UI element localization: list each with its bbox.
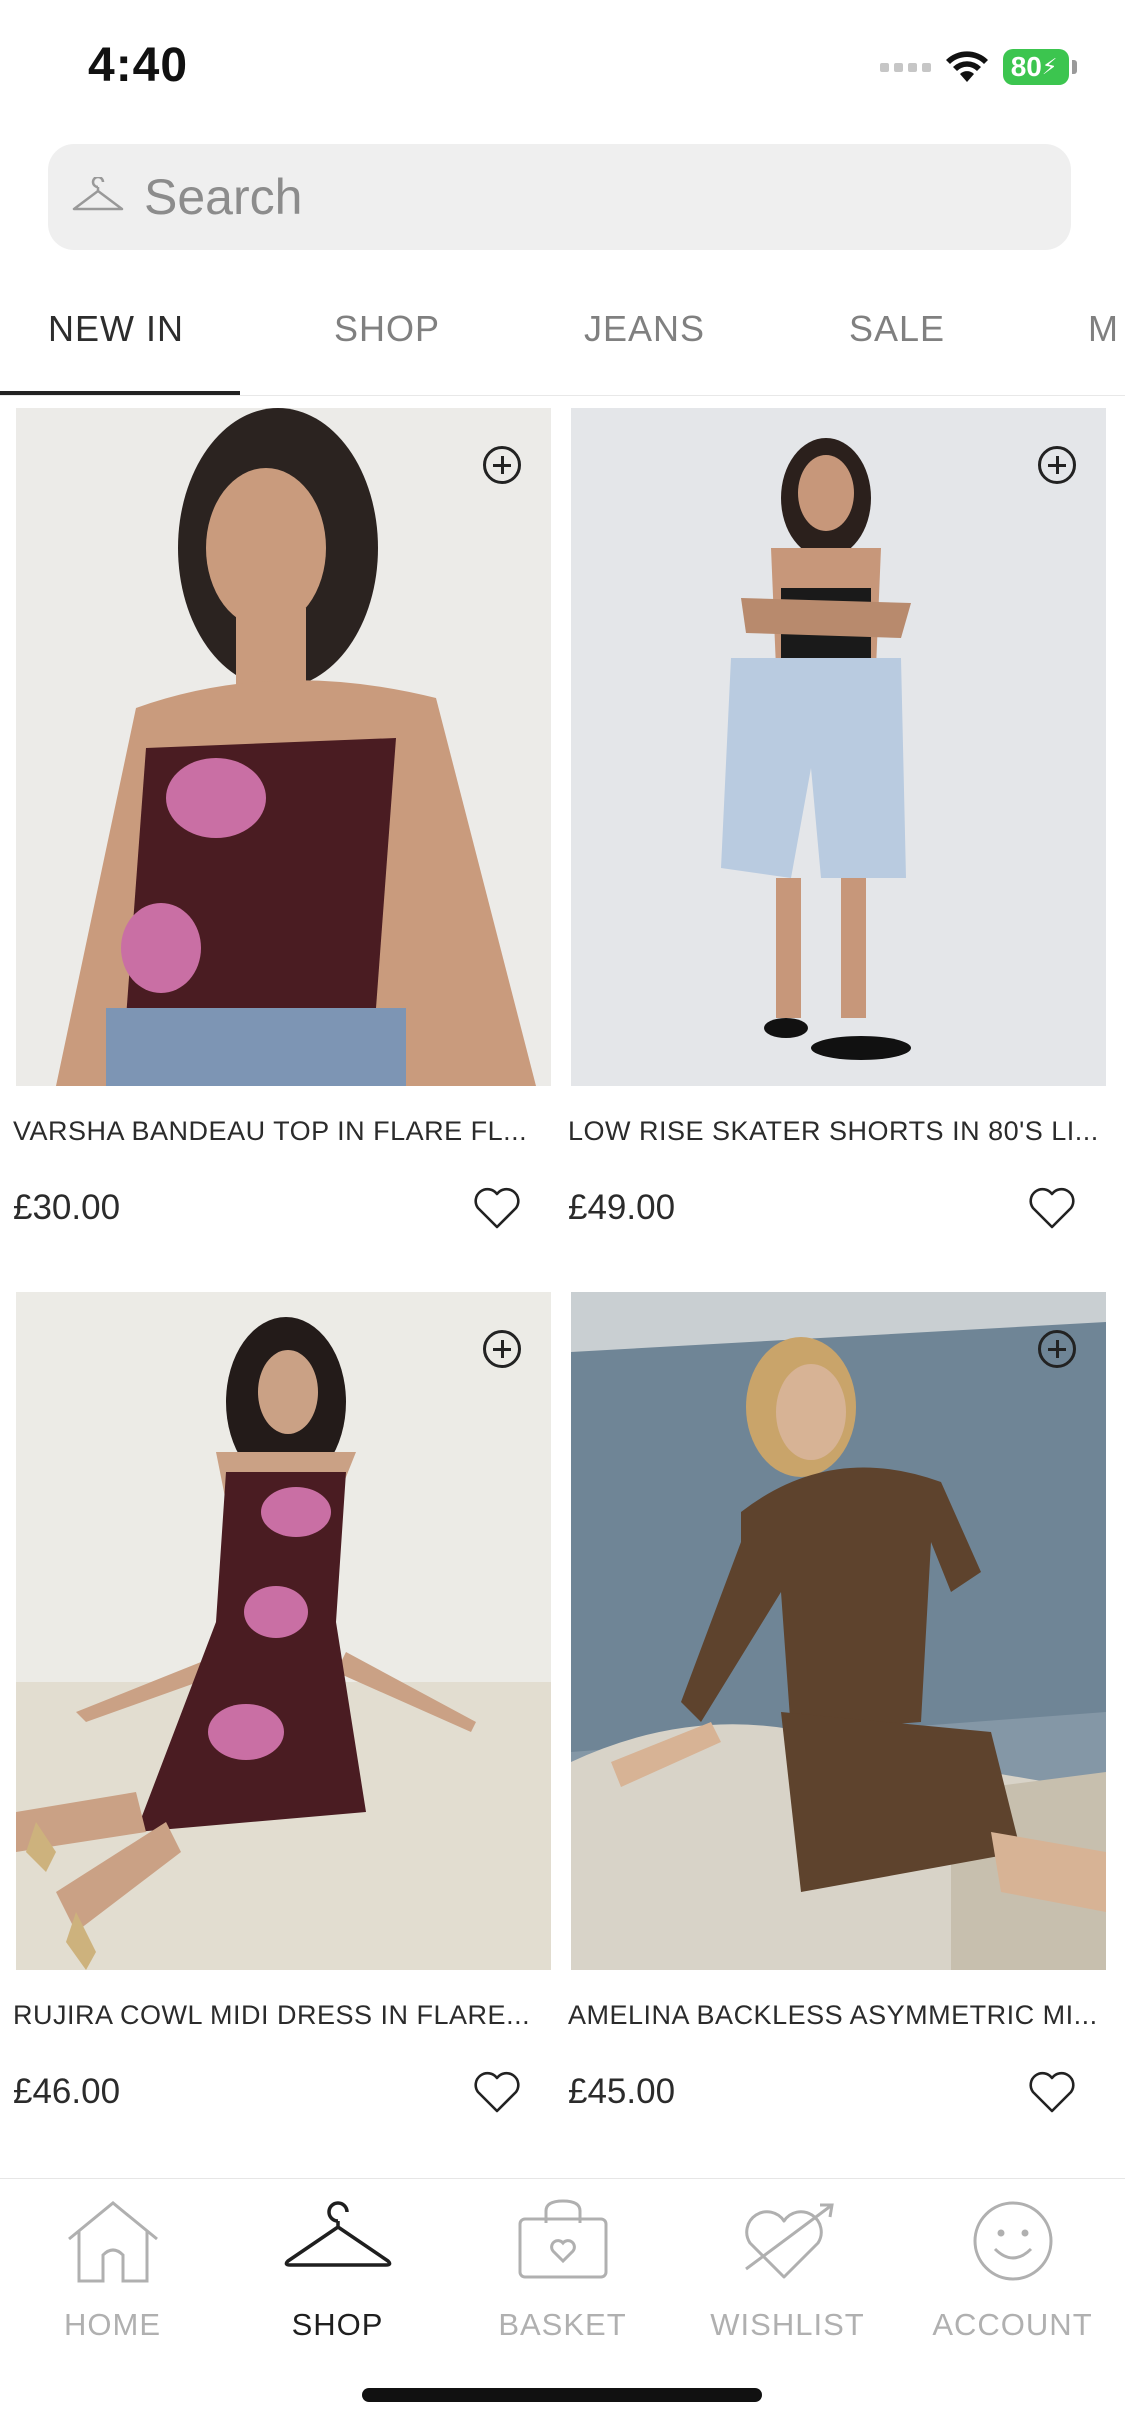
house-icon [67,2201,158,2283]
product-image[interactable] [571,408,1106,1086]
nav-label: BASKET [498,2307,627,2342]
tab-new-in[interactable]: NEW IN [48,308,184,350]
hanger-icon [284,2201,391,2267]
nav-basket[interactable]: BASKET [450,2199,675,2349]
wishlist-heart-icon[interactable] [1028,2070,1076,2114]
product-photo [571,408,1106,1086]
nav-home[interactable]: HOME [0,2199,225,2349]
wishlist-heart-icon[interactable] [1028,1186,1076,1230]
quick-add-button[interactable] [483,446,521,484]
product-price: £49.00 [568,1188,676,1227]
product-photo [16,408,551,1086]
product-card[interactable]: LOW RISE SKATER SHORTS IN 80'S LI... £49… [568,408,1106,1229]
nav-wishlist[interactable]: WISHLIST [675,2199,900,2349]
product-card[interactable]: AMELINA BACKLESS ASYMMETRIC MI... £45.00 [568,1292,1106,2113]
product-name: VARSHA BANDEAU TOP IN FLARE FL... [13,1116,528,1146]
battery-icon: 80 ⚡ [1003,49,1077,85]
heart-arrow-icon [744,2203,834,2279]
quick-add-button[interactable] [1038,1330,1076,1368]
active-tab-indicator [0,391,240,395]
wishlist-heart-icon[interactable] [473,1186,521,1230]
product-price: £30.00 [13,1188,121,1227]
product-card[interactable]: RUJIRA COWL MIDI DRESS IN FLARE... £46.0… [13,1292,551,2113]
status-time: 4:40 [88,39,189,92]
status-bar: 4:40 80 ⚡ [0,0,1125,135]
product-image[interactable] [16,1292,551,1970]
product-card[interactable]: VARSHA BANDEAU TOP IN FLARE FL... £30.00 [13,408,551,1229]
product-name: RUJIRA COWL MIDI DRESS IN FLARE... [13,2000,531,2030]
tab-jeans[interactable]: JEANS [584,308,705,350]
nav-label: WISHLIST [710,2307,865,2342]
hanger-icon [72,177,124,211]
wishlist-heart-icon[interactable] [473,2070,521,2114]
product-price: £46.00 [13,2072,121,2111]
smiley-icon [973,2201,1052,2281]
battery-level: 80 [1010,51,1042,82]
product-image[interactable] [16,408,551,1086]
product-image[interactable] [571,1292,1106,1970]
product-photo [571,1292,1106,1970]
product-photo [16,1292,551,1970]
tab-shop[interactable]: SHOP [334,308,440,350]
bag-icon [518,2199,607,2279]
status-icons: 80 ⚡ [880,44,1077,90]
nav-shop[interactable]: SHOP [225,2199,450,2349]
nav-account[interactable]: ACCOUNT [900,2199,1125,2349]
search-input[interactable]: Search [48,144,1071,250]
category-tabs: NEW IN SHOP JEANS SALE M [0,290,1125,396]
product-price: £45.00 [568,2072,676,2111]
tab-sale[interactable]: SALE [849,308,945,350]
quick-add-button[interactable] [1038,446,1076,484]
product-name: LOW RISE SKATER SHORTS IN 80'S LI... [568,1116,1099,1146]
nav-label: ACCOUNT [932,2307,1093,2342]
home-indicator [362,2388,762,2402]
tab-more[interactable]: M [1088,308,1119,350]
product-name: AMELINA BACKLESS ASYMMETRIC MI... [568,2000,1098,2030]
nav-label: SHOP [291,2307,384,2342]
cellular-signal-icon [880,62,931,72]
search-placeholder: Search [144,169,303,225]
quick-add-button[interactable] [483,1330,521,1368]
wifi-icon [946,51,988,82]
nav-label: HOME [64,2307,161,2342]
